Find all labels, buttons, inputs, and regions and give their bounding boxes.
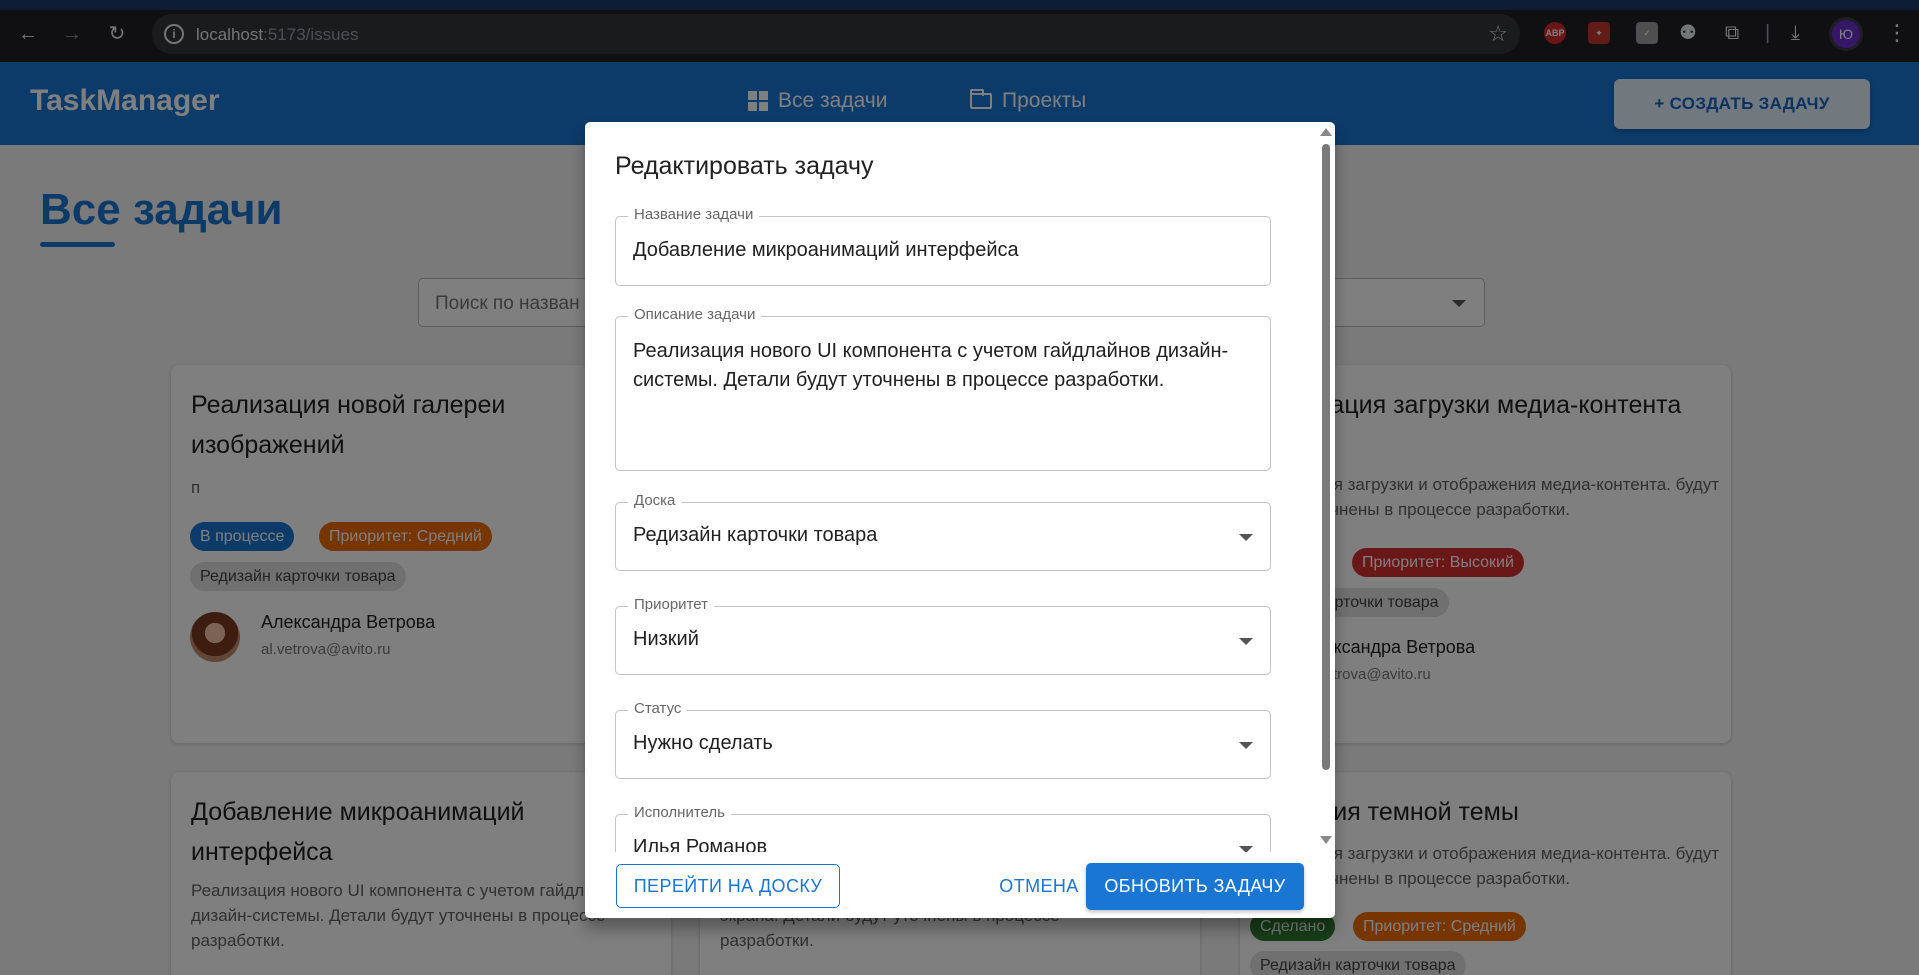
status-select[interactable]: Статус Нужно сделать [615,700,1271,779]
priority-select[interactable]: Приоритет Низкий [615,596,1271,675]
task-name-value[interactable]: Добавление микроанимаций интерфейса [633,236,1019,265]
task-name-label: Название задачи [628,206,760,223]
update-task-button[interactable]: ОБНОВИТЬ ЗАДАЧУ [1086,863,1304,910]
edit-task-dialog: Редактировать задачу Название задачи Доб… [585,122,1335,918]
task-description-label: Описание задачи [628,306,762,323]
priority-label: Приоритет [628,596,714,613]
scroll-up-icon[interactable] [1320,128,1332,136]
scrollbar-thumb[interactable] [1322,144,1330,770]
board-label: Доска [628,492,682,509]
scroll-down-icon[interactable] [1320,836,1332,844]
cancel-button[interactable]: ОТМЕНА [984,864,1094,908]
chevron-down-icon [1239,638,1253,645]
task-description-value[interactable]: Реализация нового UI компонента с учетом… [633,337,1253,395]
assignee-label: Исполнитель [628,804,731,821]
dialog-actions: ПЕРЕЙТИ НА ДОСКУ ОТМЕНА ОБНОВИТЬ ЗАДАЧУ [585,852,1335,918]
go-to-board-button[interactable]: ПЕРЕЙТИ НА ДОСКУ [616,864,840,908]
chevron-down-icon [1239,534,1253,541]
board-select[interactable]: Доска Редизайн карточки товара [615,492,1271,571]
priority-value: Низкий [633,628,699,650]
task-description-field[interactable]: Описание задачи Реализация нового UI ком… [615,306,1271,471]
chevron-down-icon [1239,742,1253,749]
board-value: Редизайн карточки товара [633,524,878,546]
status-label: Статус [628,700,688,717]
dialog-title: Редактировать задачу [615,152,874,180]
task-name-field[interactable]: Название задачи Добавление микроанимаций… [615,206,1271,286]
status-value: Нужно сделать [633,732,773,754]
